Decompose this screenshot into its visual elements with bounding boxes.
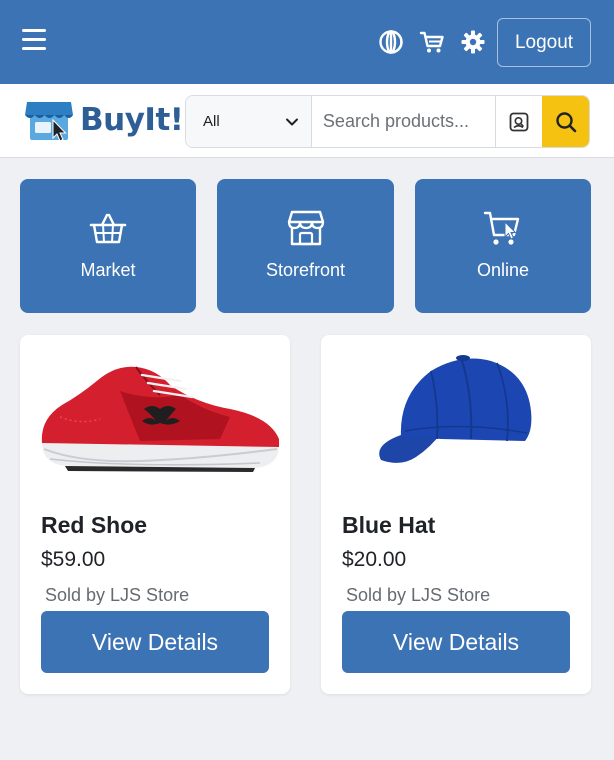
view-details-button[interactable]: View Details: [342, 611, 570, 673]
brand-name: BuyIt!: [80, 102, 184, 138]
cart-icon[interactable]: [419, 29, 445, 55]
image-search-button[interactable]: [494, 96, 543, 147]
theme-toggle-icon[interactable]: [378, 29, 404, 55]
red-shoe-image[interactable]: [20, 335, 290, 505]
view-details-button[interactable]: View Details: [41, 611, 269, 673]
product-seller: Sold by LJS Store: [346, 585, 491, 605]
search-input[interactable]: [311, 96, 495, 147]
settings-gear-icon[interactable]: [460, 29, 486, 55]
blue-hat-image[interactable]: [321, 335, 591, 505]
category-label: Market: [80, 260, 136, 280]
category-tile-storefront[interactable]: Storefront: [217, 179, 394, 313]
category-label: Online: [476, 260, 530, 280]
product-card: Red Shoe $59.00 Sold by LJS Store View D…: [20, 335, 290, 694]
chevron-down-icon: [285, 118, 298, 126]
category-label: Storefront: [265, 260, 346, 280]
image-search-icon: [509, 112, 529, 131]
product-name[interactable]: Red Shoe: [41, 512, 147, 539]
logout-button[interactable]: Logout: [497, 18, 591, 67]
search-bar: All: [185, 95, 590, 148]
product-card: Blue Hat $20.00 Sold by LJS Store View D…: [321, 335, 591, 694]
brand-logo[interactable]: BuyIt!: [24, 98, 184, 142]
online-cart-icon: [483, 211, 520, 245]
hamburger-menu-icon[interactable]: [22, 29, 50, 55]
storefront-icon: [287, 210, 324, 246]
product-price: $20.00: [342, 548, 407, 571]
product-price: $59.00: [41, 548, 106, 571]
product-name[interactable]: Blue Hat: [342, 512, 435, 539]
product-seller: Sold by LJS Store: [45, 585, 190, 605]
storefront-logo-icon: [25, 102, 73, 142]
search-button[interactable]: [542, 96, 589, 147]
top-bar: Logout: [0, 0, 614, 84]
category-select[interactable]: All: [186, 96, 312, 147]
basket-icon: [89, 213, 127, 244]
category-tile-market[interactable]: Market: [20, 179, 196, 313]
category-select-value: All: [203, 113, 220, 130]
category-tile-online[interactable]: Online: [415, 179, 591, 313]
header-bar: BuyIt! All: [0, 84, 614, 158]
search-icon: [556, 111, 577, 132]
